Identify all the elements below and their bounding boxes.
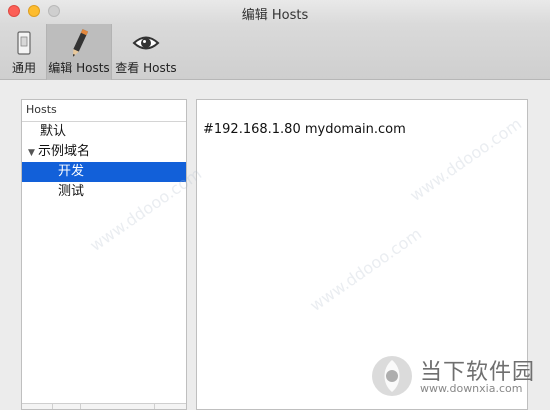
hosts-sidebar[interactable]: Hosts 默认 ▼ 示例域名 开发 测试	[21, 99, 187, 410]
toolbar-general-label: 通用	[11, 61, 36, 75]
sidebar-item-label: 测试	[58, 184, 85, 199]
disclosure-triangle-icon[interactable]: ▼	[28, 143, 38, 163]
toolbar-view-hosts-label: 查看 Hosts	[115, 61, 177, 75]
sidebar-item-dev[interactable]: 开发	[22, 162, 186, 182]
toolbar-general-button[interactable]: 通用	[4, 24, 44, 80]
toolbar-view-hosts-button[interactable]: 查看 Hosts	[114, 24, 178, 80]
hosts-editor-text[interactable]: #192.168.1.80 mydomain.com	[203, 122, 406, 137]
general-icon	[7, 28, 41, 58]
footer-divider	[154, 404, 155, 409]
toolbar: 通用 编辑 Hosts 查看 Hosts	[0, 24, 550, 80]
sidebar-group-example-domains[interactable]: ▼ 示例域名	[22, 142, 186, 162]
watermark-brand: 当下软件园 www.downxia.com	[370, 350, 540, 402]
title-bar: 编辑 Hosts	[0, 0, 550, 24]
sidebar-footer-buttons	[22, 403, 186, 409]
footer-divider	[80, 404, 81, 409]
brand-logo-icon	[370, 354, 414, 398]
toolbar-edit-hosts-button[interactable]: 编辑 Hosts	[46, 24, 112, 80]
app-window: 编辑 Hosts 通用 编辑 Hosts 查看 Hosts Hosts 默认 ▼…	[0, 0, 550, 410]
sidebar-header: Hosts	[22, 100, 186, 122]
eye-icon	[129, 28, 163, 58]
sidebar-item-label: 默认	[40, 124, 67, 139]
brand-url: www.downxia.com	[420, 382, 523, 395]
toolbar-edit-hosts-label: 编辑 Hosts	[48, 61, 110, 75]
sidebar-item-label: 开发	[58, 164, 85, 179]
pencil-icon	[62, 28, 96, 58]
sidebar-item-default[interactable]: 默认	[22, 122, 186, 142]
footer-divider	[52, 404, 53, 409]
window-title: 编辑 Hosts	[241, 8, 309, 23]
sidebar-item-label: 示例域名	[38, 144, 91, 159]
sidebar-item-test[interactable]: 测试	[22, 182, 186, 202]
